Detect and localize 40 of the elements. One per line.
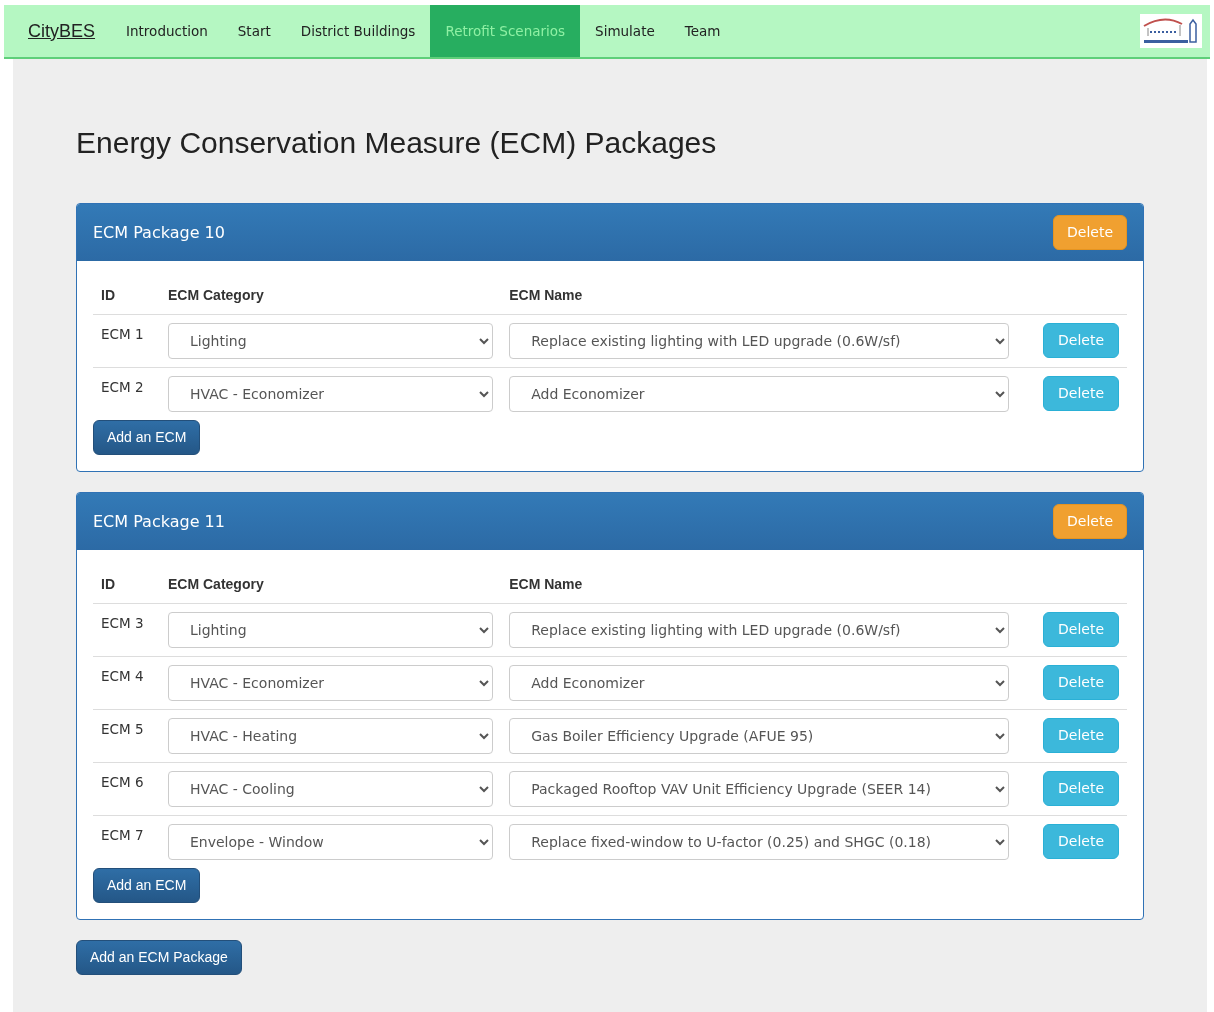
ecm-name-select[interactable]: Add Economizer [509, 376, 1009, 412]
page-title: Energy Conservation Measure (ECM) Packages [76, 125, 718, 161]
ecm-id: ECM 2 [101, 378, 144, 397]
ecm-name-select[interactable]: Replace fixed-window to U-factor (0.25) and SHGC (0.18) [509, 824, 1009, 860]
add-package-button[interactable]: Add an ECM Package [76, 940, 242, 975]
column-header: ECM Category [160, 277, 502, 315]
column-header: ECM Name [501, 277, 1017, 315]
nav-link[interactable]: Team [669, 5, 736, 57]
ecm-id: ECM 6 [101, 773, 144, 792]
category-select[interactable]: HVAC - Heating [168, 718, 494, 754]
ecm-name-select[interactable]: Replace existing lighting with LED upgrade (0.6W/sf) [509, 612, 1009, 648]
ecm-name-select[interactable]: Add Economizer [509, 665, 1009, 701]
add-ecm-button[interactable]: Add an ECM [93, 420, 201, 455]
ecm-name-select[interactable]: Gas Boiler Efficiency Upgrade (AFUE 95) [509, 718, 1009, 754]
brand-link[interactable]: CityBES [18, 5, 112, 57]
panel-title: ECM Package 10 [93, 221, 225, 244]
nav-link[interactable]: Introduction [111, 5, 223, 57]
column-header: ID [93, 277, 160, 315]
ecm-name-select[interactable]: Replace existing lighting with LED upgrade (0.6W/sf) [509, 323, 1009, 359]
nav-link[interactable]: Simulate [580, 5, 670, 57]
column-header: ECM Name [501, 566, 1017, 604]
ecm-id: ECM 5 [101, 720, 144, 739]
category-select[interactable]: Envelope - Window [168, 824, 494, 860]
ecm-id: ECM 4 [101, 667, 144, 686]
category-select[interactable]: HVAC - Economizer [168, 376, 494, 412]
ecm-id: ECM 3 [101, 614, 144, 633]
column-header: ECM Category [160, 566, 502, 604]
category-select[interactable]: Lighting [168, 612, 494, 648]
category-select[interactable]: HVAC - Cooling [168, 771, 494, 807]
add-ecm-button[interactable]: Add an ECM [93, 868, 201, 903]
logo-icon [1140, 14, 1202, 48]
ecm-id: ECM 1 [101, 325, 144, 344]
nav-link[interactable]: District Buildings [285, 5, 431, 57]
panel-title: ECM Package 11 [93, 510, 225, 533]
nav-link[interactable]: Start [222, 5, 286, 57]
category-select[interactable]: Lighting [168, 323, 494, 359]
ecm-id: ECM 7 [101, 826, 144, 845]
category-select[interactable]: HVAC - Economizer [168, 665, 494, 701]
column-header: ID [93, 566, 160, 604]
ecm-name-select[interactable]: Packaged Rooftop VAV Unit Efficiency Upgrade (SEER 14) [509, 771, 1009, 807]
